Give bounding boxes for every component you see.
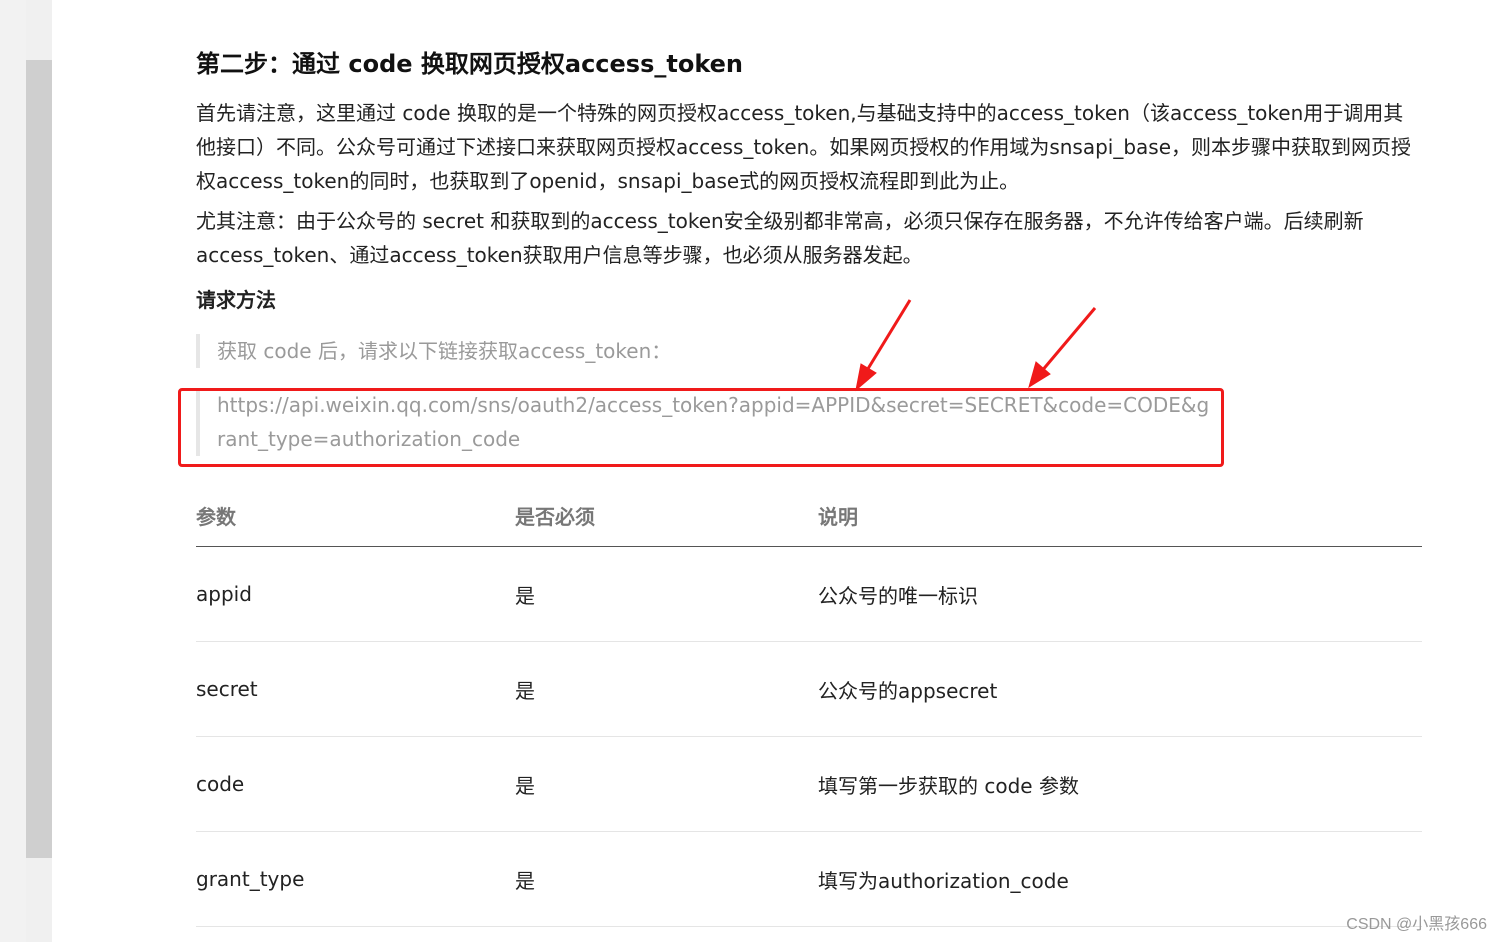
param-required: 是 (515, 641, 818, 737)
table-row: appid 是 公众号的唯一标识 (196, 546, 1422, 642)
header-description: 说明 (818, 484, 1422, 547)
param-name: code (196, 736, 515, 832)
table-row: grant_type 是 填写为authorization_code (196, 831, 1422, 927)
csdn-watermark: CSDN @小黑孩666 (1346, 916, 1487, 933)
request-method-heading: 请求方法 (196, 288, 276, 312)
intro-paragraph: 首先请注意，这里通过 code 换取的是一个特殊的网页授权access_toke… (196, 101, 1412, 193)
request-intro-quote: 获取 code 后，请求以下链接获取access_token： (196, 334, 1422, 368)
param-description: 填写为authorization_code (818, 831, 1422, 927)
header-param: 参数 (196, 484, 515, 547)
param-name: appid (196, 546, 515, 642)
param-name: secret (196, 641, 515, 737)
page: 第二步：通过 code 换取网页授权access_token 首先请注意，这里通… (0, 0, 1501, 942)
param-required: 是 (515, 831, 818, 927)
table-row: code 是 填写第一步获取的 code 参数 (196, 736, 1422, 832)
param-required: 是 (515, 546, 818, 642)
param-name: grant_type (196, 831, 515, 927)
step-title: 第二步：通过 code 换取网页授权access_token (196, 50, 744, 78)
param-description: 公众号的appsecret (818, 641, 1422, 737)
param-description: 填写第一步获取的 code 参数 (818, 736, 1422, 832)
header-required: 是否必须 (515, 484, 818, 547)
table-row: secret 是 公众号的appsecret (196, 641, 1422, 737)
params-table: 参数 是否必须 说明 appid 是 公众号的唯一标识 secret 是 公众号… (196, 484, 1422, 927)
param-required: 是 (515, 736, 818, 832)
request-url[interactable]: https://api.weixin.qq.com/sns/oauth2/acc… (196, 388, 1217, 456)
article-content: 第二步：通过 code 换取网页授权access_token 首先请注意，这里通… (196, 44, 1422, 456)
param-description: 公众号的唯一标识 (818, 546, 1422, 642)
table-header-row: 参数 是否必须 说明 (196, 484, 1422, 547)
scrollbar-thumb[interactable] (26, 60, 52, 858)
warning-paragraph: 尤其注意：由于公众号的 secret 和获取到的access_token安全级别… (196, 209, 1364, 267)
